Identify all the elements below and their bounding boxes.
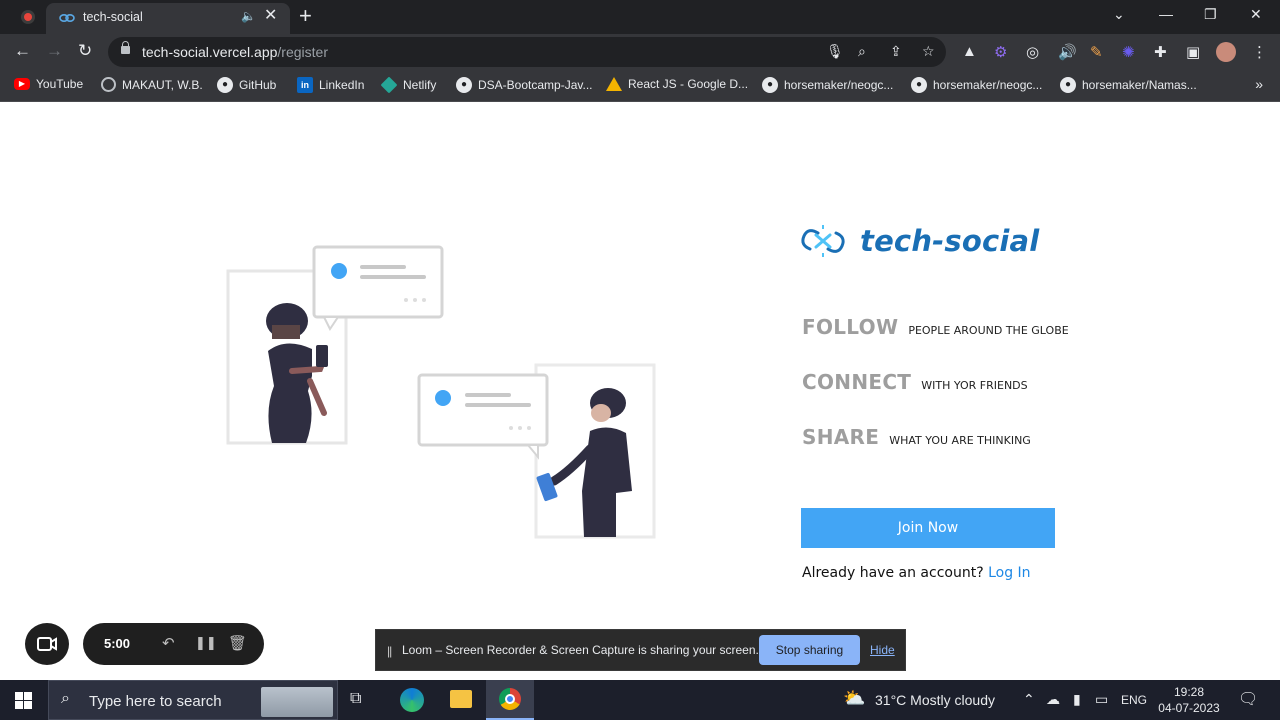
youtube-icon: ▶	[14, 78, 30, 90]
onedrive-cloud-icon[interactable]: ☁	[1046, 691, 1060, 708]
battery-icon[interactable]: ▭	[1095, 691, 1108, 708]
bookmark-item[interactable]: in LinkedIn	[297, 77, 364, 93]
taskbar-chrome-icon[interactable]	[486, 680, 534, 720]
weather-text[interactable]: 31°C Mostly cloudy	[875, 692, 995, 708]
feature-follow: FOLLOW PEOPLE AROUND THE GLOBE	[802, 315, 1069, 339]
extension-target-icon[interactable]: ◎	[1026, 43, 1039, 61]
browser-tab[interactable]: tech-social 🔈 ✕	[46, 3, 290, 34]
recording-indicator-icon	[21, 10, 35, 24]
feature-share: SHARE WHAT YOU ARE THINKING	[802, 425, 1031, 449]
new-tab-button[interactable]: +	[299, 5, 312, 27]
task-view-icon[interactable]: ⧉	[350, 690, 361, 708]
profile-avatar[interactable]	[1216, 42, 1236, 62]
hide-link[interactable]: Hide	[870, 643, 895, 657]
loom-timer: 5:00	[104, 636, 131, 651]
extension-gear-icon[interactable]: ✺	[1122, 43, 1135, 61]
tech-social-logo-icon	[801, 225, 845, 257]
taskbar-search-box[interactable]: ⌕ Type here to search	[48, 680, 338, 720]
brand-logo: tech-social	[800, 223, 1039, 259]
taskbar-edge-icon[interactable]	[388, 680, 436, 720]
minimize-button[interactable]: —	[1159, 6, 1173, 22]
extension-loom-icon[interactable]: ⚙	[994, 43, 1007, 61]
forward-button[interactable]: →	[46, 41, 63, 61]
notifications-icon[interactable]: 🗨	[1238, 689, 1258, 709]
language-indicator[interactable]: ENG	[1121, 693, 1147, 707]
search-highlight-image	[261, 687, 333, 717]
microphone-icon[interactable]: 🎙	[826, 43, 844, 60]
tab-audio-icon[interactable]: 🔈	[241, 9, 256, 23]
taskbar-file-explorer-icon[interactable]	[437, 680, 485, 720]
extension-pen-icon[interactable]: ✎	[1090, 43, 1103, 61]
back-button[interactable]: ←	[14, 41, 31, 61]
undo-icon[interactable]: ↶	[162, 634, 175, 652]
bookmark-item[interactable]: ● horsemaker/neogc...	[911, 77, 1042, 93]
globe-icon	[101, 77, 116, 92]
linkedin-icon: in	[297, 77, 313, 93]
loom-recording-controls: 5:00 ↶ ❚❚ 🗑	[83, 623, 264, 665]
browser-menu-icon[interactable]: ⋮	[1252, 43, 1267, 61]
github-icon: ●	[762, 77, 778, 93]
bookmark-item[interactable]: ● GitHub	[217, 77, 276, 93]
chat-bubble-bottom	[417, 373, 549, 447]
more-bookmarks-icon[interactable]: »	[1255, 76, 1263, 92]
tab-title: tech-social	[83, 10, 143, 24]
feature-connect: CONNECT WITH YOR FRIENDS	[802, 370, 1028, 394]
video-camera-icon	[37, 637, 57, 651]
trash-icon[interactable]: 🗑	[228, 634, 247, 652]
search-icon: ⌕	[61, 690, 70, 707]
zoom-icon[interactable]: ⌕	[858, 43, 866, 60]
windows-start-icon[interactable]	[15, 692, 32, 709]
bookmark-item[interactable]: ▶ YouTube	[14, 77, 83, 91]
stop-sharing-button[interactable]: Stop sharing	[759, 635, 860, 665]
bookmark-star-icon[interactable]: ☆	[922, 43, 935, 60]
google-drive-icon	[606, 77, 622, 91]
browser-toolbar: ← → ↻ tech-social.vercel.app/register 🎙 …	[0, 34, 1280, 70]
extensions-puzzle-icon[interactable]: ✚	[1154, 43, 1167, 61]
pause-icon[interactable]: ❚❚	[195, 635, 217, 651]
bookmark-item[interactable]: Netlify	[380, 76, 436, 94]
tab-search-icon[interactable]: ⌄	[1113, 6, 1125, 23]
microphone-tray-icon[interactable]: ▮	[1073, 691, 1081, 708]
windows-taskbar: ⌕ Type here to search ⧉ ⛅ 31°C Mostly cl…	[0, 680, 1280, 720]
join-now-button[interactable]: Join Now	[801, 508, 1055, 548]
side-panel-icon[interactable]: ▣	[1186, 43, 1200, 61]
bookmark-item[interactable]: ● DSA-Bootcamp-Jav...	[456, 77, 592, 93]
bookmark-item[interactable]: ● horsemaker/Namas...	[1060, 77, 1197, 93]
brand-name: tech-social	[860, 224, 1040, 258]
chat-bubble-top	[312, 245, 444, 319]
github-icon: ●	[911, 77, 927, 93]
bookmark-item[interactable]: React JS - Google D...	[606, 77, 748, 91]
browser-tab-strip: tech-social 🔈 ✕ + ⌄ — ❐ ✕	[0, 0, 1280, 34]
bookmark-item[interactable]: ● horsemaker/neogc...	[762, 77, 893, 93]
drag-handle-icon[interactable]: ||	[387, 644, 392, 658]
weather-cloud-icon: ⛅	[843, 688, 866, 708]
bookmarks-bar: ▶ YouTube MAKAUT, W.B. ● GitHub in Linke…	[0, 70, 1280, 102]
github-icon: ●	[1060, 77, 1076, 93]
lock-icon	[121, 41, 130, 54]
url-text: tech-social.vercel.app/register	[142, 44, 328, 60]
share-message: Loom – Screen Recorder & Screen Capture …	[402, 643, 759, 657]
social-illustration	[226, 245, 656, 539]
register-page: tech-social FOLLOW PEOPLE AROUND THE GLO…	[0, 103, 1280, 680]
loom-camera-button[interactable]	[25, 623, 69, 665]
reload-button[interactable]: ↻	[78, 41, 92, 61]
address-bar[interactable]: tech-social.vercel.app/register 🎙 ⌕ ⇪ ☆	[108, 37, 946, 67]
show-hidden-icons-icon[interactable]: ⌃	[1023, 691, 1035, 708]
close-window-button[interactable]: ✕	[1250, 6, 1262, 23]
login-link[interactable]: Log In	[988, 565, 1030, 581]
github-icon: ●	[456, 77, 472, 93]
github-icon: ●	[217, 77, 233, 93]
extension-audio-icon[interactable]: 🔊	[1058, 43, 1077, 61]
restore-button[interactable]: ❐	[1204, 6, 1217, 23]
bookmark-item[interactable]: MAKAUT, W.B.	[101, 77, 203, 92]
login-prompt: Already have an account? Log In	[802, 565, 1031, 581]
netlify-icon	[380, 76, 398, 94]
screen-share-notification: || Loom – Screen Recorder & Screen Captu…	[375, 629, 906, 671]
tech-social-favicon-icon	[59, 13, 75, 23]
tab-close-icon[interactable]: ✕	[264, 7, 277, 25]
share-icon[interactable]: ⇪	[890, 43, 902, 60]
system-clock[interactable]: 19:28 04-07-2023	[1154, 684, 1224, 716]
extension-mountain-icon[interactable]: ▲	[962, 43, 977, 60]
